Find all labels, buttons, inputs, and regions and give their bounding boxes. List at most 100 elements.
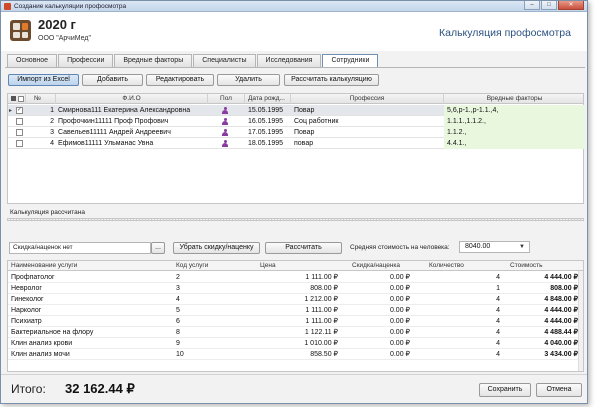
service-cost: 808.00 ₽ xyxy=(550,285,578,292)
tab-harmful-factors[interactable]: Вредные факторы xyxy=(114,54,193,67)
header: 2020 г ООО "АрчиМед" Калькуляция профосм… xyxy=(1,12,587,51)
service-qty: 4 xyxy=(496,318,500,325)
col-factors[interactable]: Вредные факторы xyxy=(444,94,585,104)
service-price: 858.50 ₽ xyxy=(310,351,338,358)
col-service-discount[interactable]: Скидка/наценка xyxy=(352,261,400,271)
tab-underline xyxy=(5,67,585,68)
row-checkbox[interactable] xyxy=(16,118,23,125)
status-text: Калькуляция рассчитана xyxy=(10,209,85,216)
service-discount: 0.00 ₽ xyxy=(389,285,410,292)
add-button[interactable]: Добавить xyxy=(82,74,143,86)
service-qty: 4 xyxy=(496,329,500,336)
service-code: 9 xyxy=(176,340,180,347)
row-checkbox[interactable] xyxy=(16,129,23,136)
service-price: 1 111.00 ₽ xyxy=(305,318,338,325)
tab-examinations[interactable]: Исследования xyxy=(256,54,322,67)
row-checkbox[interactable]: ✓ xyxy=(16,107,23,114)
edit-button[interactable]: Редактировать xyxy=(146,74,214,86)
maximize-button[interactable]: □ xyxy=(541,1,557,10)
grid-menu-icon xyxy=(11,96,16,101)
service-cost: 3 434.00 ₽ xyxy=(544,351,578,358)
recalculate-button[interactable]: Рассчитать xyxy=(265,242,342,254)
row-factors: 5,6,р-1.,р-1.1.,4, xyxy=(444,105,585,116)
app-icon xyxy=(4,3,11,10)
service-row[interactable]: Клин анализ мочи 10 858.50 ₽ 0.00 ₽ 4 3 … xyxy=(8,349,583,360)
services-table-header: Наименование услуги Код услуги Цена Скид… xyxy=(8,261,583,271)
service-row[interactable]: Профпатолог 2 1 111.00 ₽ 0.00 ₽ 4 4 444.… xyxy=(8,272,583,283)
col-profession[interactable]: Профессия xyxy=(291,94,444,104)
service-row[interactable]: Психиатр 6 1 111.00 ₽ 0.00 ₽ 4 4 444.00 … xyxy=(8,316,583,327)
table-row[interactable]: 4 Ефимов11111 Ульманас Увна 18.05.1995 п… xyxy=(8,138,585,149)
remove-discount-button[interactable]: Убрать скидку/наценку xyxy=(173,242,260,254)
col-service-price[interactable]: Цена xyxy=(260,261,276,271)
tab-specialists[interactable]: Специалисты xyxy=(193,54,256,67)
service-discount: 0.00 ₽ xyxy=(389,296,410,303)
service-code: 5 xyxy=(176,307,180,314)
delete-button[interactable]: Удалить xyxy=(217,74,280,86)
employees-grid-header: № Ф.И.О Пол Дата рожд... Профессия Вредн… xyxy=(8,94,583,104)
select-all-checkbox[interactable] xyxy=(18,96,24,102)
service-qty: 4 xyxy=(496,274,500,281)
row-birth: 16.05.1995 xyxy=(248,118,284,125)
service-qty: 4 xyxy=(496,340,500,347)
select-all-header[interactable] xyxy=(8,94,26,104)
panel-splitter[interactable] xyxy=(7,218,584,221)
cancel-button[interactable]: Отмена xyxy=(536,383,582,397)
service-code: 2 xyxy=(176,274,180,281)
import-excel-button[interactable]: Импорт из Excel xyxy=(8,74,79,86)
service-row[interactable]: Бактериальное на флору 8 1 122.11 ₽ 0.00… xyxy=(8,327,583,338)
tab-professions[interactable]: Профессии xyxy=(58,54,114,67)
service-row[interactable]: Гинеколог 4 1 212.00 ₽ 0.00 ₽ 4 4 848.00… xyxy=(8,294,583,305)
average-cost-select[interactable]: 8040.00 ▼ xyxy=(459,241,530,253)
service-row[interactable]: Клин анализ крови 9 1 010.00 ₽ 0.00 ₽ 4 … xyxy=(8,338,583,349)
service-name: Клин анализ мочи xyxy=(11,351,70,358)
row-fio: Савельев11111 Андрей Андреевич xyxy=(58,129,171,136)
total-label: Итого: xyxy=(11,382,46,396)
calculate-button[interactable]: Рассчитать калькуляцию xyxy=(284,74,379,86)
col-birth[interactable]: Дата рожд... xyxy=(245,94,291,104)
row-num: 2 xyxy=(50,118,54,125)
save-button[interactable]: Сохранить xyxy=(479,383,531,397)
col-service-cost[interactable]: Стоимость xyxy=(510,261,543,271)
row-checkbox[interactable] xyxy=(16,140,23,147)
service-price: 1 111.00 ₽ xyxy=(305,307,338,314)
discount-field[interactable]: Скидка/наценок нет xyxy=(9,242,151,254)
service-name: Профпатолог xyxy=(11,274,55,281)
tab-employees[interactable]: Сотрудники xyxy=(322,54,379,68)
table-row[interactable]: 3 Савельев11111 Андрей Андреевич 17.05.1… xyxy=(8,127,585,138)
organization-name: ООО "АрчиМед" xyxy=(38,35,91,42)
table-row[interactable]: ▸ ✓ 1 Смирнова111 Екатерина Александровн… xyxy=(8,105,585,116)
year-label: 2020 г xyxy=(38,17,76,32)
table-row[interactable]: 2 Профочкин11111 Проф Профович 16.05.199… xyxy=(8,116,585,127)
service-discount: 0.00 ₽ xyxy=(389,340,410,347)
close-button[interactable]: ✕ xyxy=(558,1,584,10)
services-scrollbar[interactable] xyxy=(578,271,583,371)
service-cost: 4 444.00 ₽ xyxy=(544,318,578,325)
service-cost: 4 848.00 ₽ xyxy=(544,296,578,303)
chevron-down-icon: ▼ xyxy=(519,244,525,250)
col-service-code[interactable]: Код услуги xyxy=(176,261,208,271)
col-sex[interactable]: Пол xyxy=(208,94,245,104)
service-code: 10 xyxy=(176,351,184,358)
row-birth: 18.05.1995 xyxy=(248,140,284,147)
tab-main[interactable]: Основное xyxy=(7,54,58,67)
service-name: Психиатр xyxy=(11,318,42,325)
calculation-window: Создание калькуляции профосмотра – □ ✕ 2… xyxy=(0,0,588,404)
service-code: 6 xyxy=(176,318,180,325)
service-name: Нарколог xyxy=(11,307,42,314)
title-bar: Создание калькуляции профосмотра – □ ✕ xyxy=(1,1,587,12)
minimize-button[interactable]: – xyxy=(524,1,540,10)
discount-ellipsis-button[interactable]: ... xyxy=(151,242,165,254)
col-fio[interactable]: Ф.И.О xyxy=(56,94,208,104)
service-row[interactable]: Нарколог 5 1 111.00 ₽ 0.00 ₽ 4 4 444.00 … xyxy=(8,305,583,316)
col-num[interactable]: № xyxy=(26,94,56,104)
service-row[interactable]: Невролог 3 808.00 ₽ 0.00 ₽ 1 808.00 ₽ xyxy=(8,283,583,294)
col-service-name[interactable]: Наименование услуги xyxy=(11,261,77,271)
row-pointer-icon: ▸ xyxy=(9,108,13,114)
row-profession: Соц работник xyxy=(294,118,339,125)
col-service-qty[interactable]: Количество xyxy=(429,261,464,271)
row-num: 1 xyxy=(50,107,54,114)
service-discount: 0.00 ₽ xyxy=(389,307,410,314)
service-price: 1 010.00 ₽ xyxy=(304,340,338,347)
service-qty: 4 xyxy=(496,351,500,358)
